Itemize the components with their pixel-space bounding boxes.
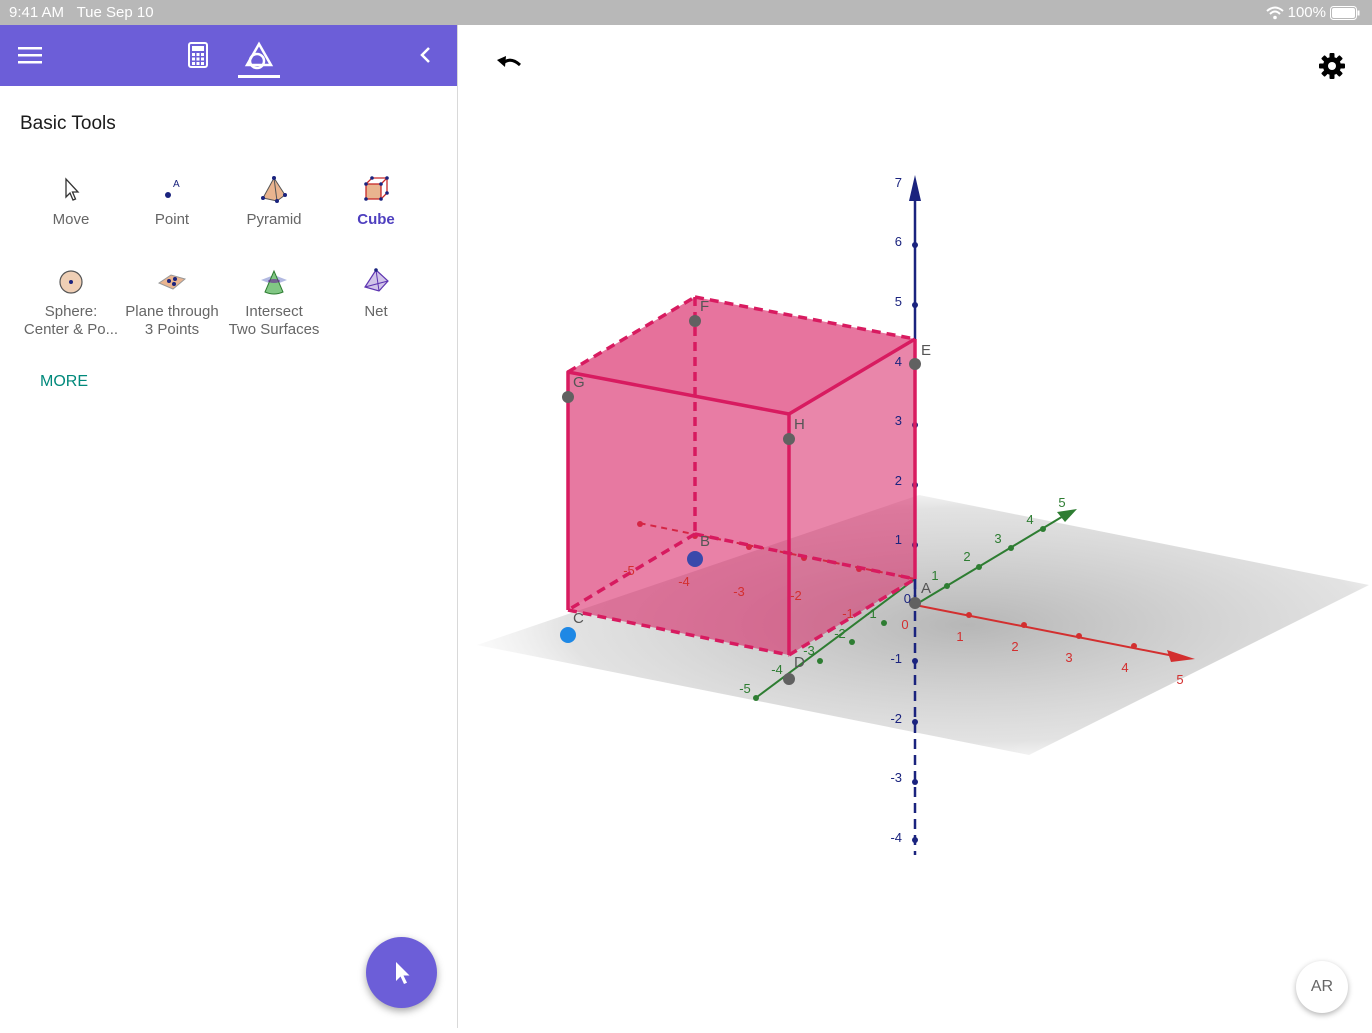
svg-text:-3: -3	[733, 584, 745, 599]
battery-percent: 100%	[1287, 4, 1326, 21]
tool-intersect[interactable]: Intersect Two Surfaces	[223, 265, 325, 339]
more-tools-button[interactable]: MORE	[40, 373, 88, 391]
status-bar: 9:41 AM Tue Sep 10 100%	[0, 0, 1372, 25]
scene-3d[interactable]: A B C D E F G H 7 6 5 4 3 2 1 0 -1 -2 -3…	[459, 25, 1372, 1028]
tool-label: Plane through 3 Points	[125, 303, 219, 338]
svg-text:3: 3	[994, 531, 1001, 546]
selection-mode-button[interactable]	[366, 937, 437, 1008]
panel-header	[0, 25, 457, 86]
svg-text:4: 4	[1026, 512, 1033, 527]
point-label-b: B	[700, 533, 710, 550]
tool-cube[interactable]: Cube	[325, 173, 427, 229]
svg-text:-5: -5	[739, 681, 751, 696]
cube-face-front	[568, 372, 789, 655]
svg-text:5: 5	[895, 294, 902, 309]
point-label-f: F	[700, 298, 709, 315]
tool-sphere[interactable]: Sphere: Center & Po...	[20, 265, 122, 339]
point-b[interactable]	[687, 551, 703, 567]
tool-pyramid[interactable]: Pyramid	[223, 173, 325, 229]
sphere-icon	[59, 270, 83, 294]
svg-text:-4: -4	[771, 662, 783, 677]
svg-text:-2: -2	[890, 711, 902, 726]
svg-text:-5: -5	[623, 563, 635, 578]
point-f[interactable]	[689, 315, 701, 327]
svg-text:0: 0	[904, 591, 911, 606]
tools-tab[interactable]	[238, 39, 280, 79]
point-e[interactable]	[909, 358, 921, 370]
svg-text:-1: -1	[865, 606, 877, 621]
svg-text:2: 2	[895, 473, 902, 488]
cube-icon	[364, 176, 389, 201]
intersect-icon	[261, 269, 287, 295]
svg-text:-2: -2	[834, 626, 846, 641]
point-d[interactable]	[783, 673, 795, 685]
y-axis-arrow	[1057, 509, 1077, 522]
wifi-icon	[1265, 6, 1284, 19]
point-icon: A	[165, 179, 180, 198]
active-tab-indicator	[238, 75, 280, 78]
ar-button[interactable]: AR	[1296, 961, 1348, 1013]
point-label-e: E	[921, 342, 931, 359]
tool-label: Cube	[357, 211, 395, 228]
svg-text:-3: -3	[803, 643, 815, 658]
svg-text:6: 6	[895, 234, 902, 249]
tool-point[interactable]: A Point	[121, 173, 223, 229]
status-time-date: 9:41 AM Tue Sep 10	[9, 4, 154, 21]
section-title: Basic Tools	[20, 113, 116, 134]
move-arrow-icon	[65, 177, 80, 201]
svg-text:-1: -1	[890, 651, 902, 666]
svg-text:1: 1	[895, 532, 902, 547]
tool-net[interactable]: Net	[325, 265, 427, 321]
svg-text:-2: -2	[790, 588, 802, 603]
svg-text:-4: -4	[678, 574, 690, 589]
svg-text:3: 3	[895, 413, 902, 428]
tool-label: Pyramid	[246, 211, 302, 228]
point-g[interactable]	[562, 391, 574, 403]
battery-icon	[1330, 5, 1360, 20]
svg-text:A: A	[173, 179, 180, 190]
point-c[interactable]	[560, 627, 576, 643]
calculator-tab-icon[interactable]	[186, 41, 210, 69]
plane-icon	[157, 274, 187, 290]
svg-text:5: 5	[1176, 672, 1183, 687]
menu-icon[interactable]	[18, 45, 43, 65]
point-h[interactable]	[783, 433, 795, 445]
tool-label: Net	[364, 303, 388, 320]
collapse-panel-icon[interactable]	[414, 43, 438, 67]
tool-label: Move	[52, 211, 90, 228]
svg-text:2: 2	[1011, 639, 1018, 654]
svg-text:0: 0	[901, 617, 908, 632]
pointer-icon	[396, 962, 410, 984]
pyramid-icon	[261, 176, 287, 203]
point-label-c: C	[573, 610, 584, 627]
tool-label: Intersect Two Surfaces	[228, 303, 320, 338]
svg-text:-1: -1	[842, 606, 854, 621]
graphics-3d-view[interactable]: A B C D E F G H 7 6 5 4 3 2 1 0 -1 -2 -3…	[459, 25, 1372, 1028]
svg-text:4: 4	[1121, 660, 1128, 675]
undo-icon[interactable]	[494, 52, 526, 80]
point-label-g: G	[573, 374, 585, 391]
svg-text:4: 4	[895, 354, 902, 369]
tools-tab-icon	[244, 41, 274, 70]
svg-text:5: 5	[1058, 495, 1065, 510]
point-label-a: A	[921, 580, 931, 597]
tool-label: Point	[154, 211, 190, 228]
status-right: 100%	[1265, 4, 1360, 21]
net-icon	[364, 268, 389, 292]
tool-label: Sphere: Center & Po...	[23, 303, 119, 338]
svg-text:7: 7	[895, 175, 902, 190]
svg-text:-3: -3	[890, 770, 902, 785]
svg-text:1: 1	[956, 629, 963, 644]
tool-plane[interactable]: Plane through 3 Points	[121, 265, 223, 339]
svg-text:-4: -4	[890, 830, 902, 845]
z-axis-arrow	[909, 175, 921, 201]
tools-panel: Basic Tools Move A Point Pyramid Cube Sp…	[0, 25, 458, 1028]
svg-text:2: 2	[963, 549, 970, 564]
point-label-h: H	[794, 416, 805, 433]
settings-gear-icon[interactable]	[1316, 50, 1348, 82]
svg-text:3: 3	[1065, 650, 1072, 665]
tool-move[interactable]: Move	[20, 173, 122, 229]
svg-text:1: 1	[931, 568, 938, 583]
